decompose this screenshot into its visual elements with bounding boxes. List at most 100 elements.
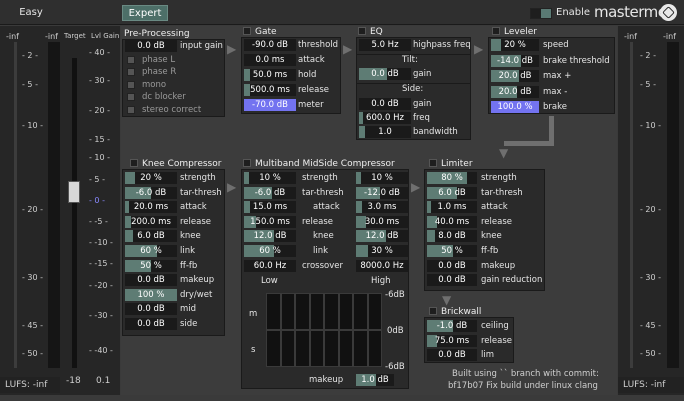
limiter-release-knob[interactable]: 40.0 ms [427,215,477,228]
leveler-brake-knob[interactable]: 100.0 % [491,101,539,113]
limiter-label: makeup [481,260,516,271]
preproc-option-checkbox[interactable] [127,105,135,114]
multiband-param-label: tar-thresh [302,187,344,198]
target-slider-track[interactable] [72,58,77,368]
limiter-label: strength [481,173,517,183]
leveler-speed-knob[interactable]: 20 % [491,39,539,51]
limiter-label: gain reduction [481,275,543,286]
brickwall-enable-toggle[interactable] [429,307,437,315]
tilt-gain-knob[interactable]: 0.0 dB [359,68,411,80]
preproc-option-checkbox[interactable] [127,93,135,102]
multiband-low-knee-knob[interactable]: 12.0 dB [244,230,296,243]
side-freq-knob[interactable]: 600.0 Hz [359,112,411,124]
tab-expert[interactable]: Expert [122,5,168,21]
flow-arrow-icon: ▶ [227,42,237,56]
left-meter-tick: - 20 - [22,205,44,214]
knee-ff-fb-knob[interactable]: 50 % [125,259,177,272]
eq-enable-toggle[interactable] [358,27,366,35]
knee-label: side [180,319,198,329]
multiband-low-attack-knob[interactable]: 15.0 ms [244,201,296,214]
knee-enable-toggle[interactable] [130,159,138,167]
tab-easy[interactable]: Easy [6,5,56,21]
leveler-enable-toggle[interactable] [492,27,500,35]
multiband-high-release-knob[interactable]: 30.0 ms [356,215,408,228]
input-gain-knob[interactable]: 0.0 dB [125,40,177,52]
multiband-high-link-knob[interactable]: 30 % [356,245,408,257]
top-bar: Easy Expert Enable masterme [0,0,684,25]
multiband-low-release-knob[interactable]: 150.0 ms [244,215,296,228]
gate-meter-knob[interactable]: -70.0 dB [244,99,296,111]
multiband-low-tar-thresh-knob[interactable]: -6.0 dB [244,186,296,199]
multiband-high-knee-knob[interactable]: 12.0 dB [356,230,408,243]
left-meter-tick: - 30 - [22,273,44,282]
knee-release-knob[interactable]: 200.0 ms [125,215,177,228]
knee-knee-knob[interactable]: 6.0 dB [125,230,177,243]
limiter-ff-fb-knob[interactable]: 50 % [427,245,477,257]
multiband-high-tar-thresh-knob[interactable]: -12.0 dB [356,186,408,199]
knee-dry-wet-knob[interactable]: 100 % [125,288,177,301]
lvl-gain-tick: - -20 - [89,281,113,290]
leveler-max--knob[interactable]: 20.0 dB [491,85,539,98]
leveler-brake-threshold-knob[interactable]: -14.0 dB [491,54,539,67]
preproc-option-checkbox[interactable] [127,80,135,89]
limiter-tar-thresh-knob[interactable]: 6.0 dB [427,186,477,199]
limiter-label: ff-fb [481,246,499,256]
multiband-enable-toggle[interactable] [243,159,251,167]
leveler-max--knob[interactable]: 20.0 dB [491,70,539,82]
limiter-strength-knob[interactable]: 80 % [427,172,477,184]
preproc-option-checkbox[interactable] [127,56,135,64]
multiband-low-link-knob[interactable]: 60 % [244,245,296,257]
multiband-low-crossover-knob[interactable]: 60.0 Hz [244,259,296,272]
limiter-enable-toggle[interactable] [429,159,437,167]
knee-link-knob[interactable]: 60 % [125,245,177,257]
limiter-gain-reduction-knob[interactable]: 0.0 dB [427,274,477,287]
brickwall-release-knob[interactable]: 75.0 ms [427,334,477,347]
multiband-title-text: Multiband MidSide Compressor [255,159,395,169]
right-meter-tick: - 30 - [640,273,662,282]
preproc-option-label: dc blocker [142,92,186,103]
flow-arrow-icon: ▶ [474,42,484,56]
left-meter-tick: - 45 - [22,321,44,330]
multiband-high-strength-knob[interactable]: 10 % [356,172,408,184]
left-meter-tick: - 2 - [22,51,38,60]
knee-strength-knob[interactable]: 20 % [125,172,177,184]
multiband-makeup-knob[interactable]: 1.0 dB [356,374,394,386]
flow-arrow-icon: ▶ [343,42,353,56]
knee-mid-knob[interactable]: 0.0 dB [125,303,177,316]
knee-side-knob[interactable]: 0.0 dB [125,318,177,330]
gate-release-knob[interactable]: 500.0 ms [244,84,296,96]
limiter-knee-knob[interactable]: 8.0 dB [427,230,477,243]
flow-connector [504,141,554,146]
multiband-band-cell [266,330,281,367]
highpass-freq-knob[interactable]: 5.0 Hz [359,39,411,51]
multiband-param-label: link [313,246,329,256]
multiband-high-attack-knob[interactable]: 3.0 ms [356,201,408,214]
knee-tar-thresh-knob[interactable]: -6.0 dB [125,186,177,199]
highpass-freq-label: highpass freq [413,40,471,50]
multiband-low-strength-knob[interactable]: 10 % [244,172,296,184]
brickwall-ceiling-knob[interactable]: -1.0 dB [427,320,477,332]
left-meter-tick: - 5 - [22,80,38,89]
gate-hold-knob[interactable]: 50.0 ms [244,69,296,81]
target-slider-handle[interactable] [68,181,80,203]
input-r-peak: -inf [45,32,58,41]
side-bandwidth-knob[interactable]: 1.0 [359,126,411,138]
right-meter-tick: - 50 - [640,349,662,358]
enable-toggle[interactable] [530,8,552,19]
knee-title-text: Knee Compressor [142,159,222,169]
limiter-attack-knob[interactable]: 1.0 ms [427,201,477,214]
knee-makeup-knob[interactable]: 0.0 dB [125,274,177,287]
multiband-band-cell [309,293,324,330]
target-value: -18 [66,376,81,386]
brickwall-lim-knob[interactable]: 0.0 dB [427,349,477,362]
gate-enable-toggle[interactable] [243,27,251,35]
leveler-label: max + [543,71,572,81]
limiter-makeup-knob[interactable]: 0.0 dB [427,259,477,272]
right-meter-tick: - 2 - [640,51,656,60]
preproc-option-checkbox[interactable] [127,68,135,77]
knee-attack-knob[interactable]: 20.0 ms [125,201,177,214]
multiband-high-crossover-knob[interactable]: 8000.0 Hz [356,259,408,272]
side-gain-knob[interactable]: 0.0 dB [359,98,411,110]
gate-threshold-knob[interactable]: -90.0 dB [244,39,296,51]
gate-attack-knob[interactable]: 0.0 ms [244,54,296,66]
